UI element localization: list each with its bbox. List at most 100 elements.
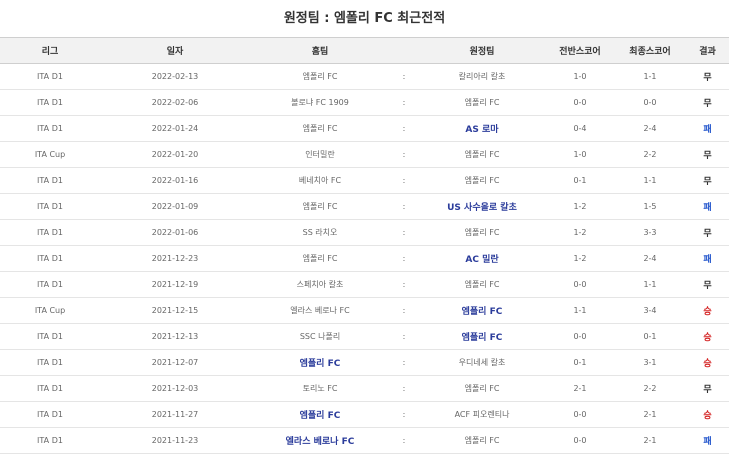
row-home-team[interactable]: 엠폴리 FC bbox=[250, 349, 390, 376]
row-final-score: 1-1 bbox=[614, 63, 686, 90]
row-home-team[interactable]: 볼로냐 FC 1909 bbox=[250, 89, 390, 116]
row-final-score: 0-1 bbox=[614, 323, 686, 350]
row-away-team[interactable]: AS 로마 bbox=[418, 115, 546, 142]
row-away-team[interactable]: 엠폴리 FC bbox=[418, 89, 546, 116]
row-date: 2022-02-13 bbox=[100, 63, 250, 90]
row-home-team[interactable]: 엠폴리 FC bbox=[250, 63, 390, 90]
row-separator: : bbox=[390, 271, 418, 298]
row-league: ITA D1 bbox=[0, 219, 100, 246]
table-row: ITA D1 2021-11-27 엠폴리 FC: ACF 피오렌티나 0-0 2-1 승 bbox=[0, 401, 729, 428]
row-separator: : bbox=[390, 115, 418, 142]
row-result: 승 bbox=[686, 349, 729, 376]
row-half-score: 0-4 bbox=[546, 115, 614, 142]
row-date: 2021-12-15 bbox=[100, 297, 250, 324]
table-row: ITA D1 2022-01-16 베네치아 FC: 엠폴리 FC 0-1 1-1 무 bbox=[0, 167, 729, 194]
row-home-team[interactable]: 베네치아 FC bbox=[250, 167, 390, 194]
row-away-team[interactable]: 엠폴리 FC bbox=[418, 427, 546, 454]
row-date: 2021-12-19 bbox=[100, 271, 250, 298]
row-home-team[interactable]: 엘라스 베로나 FC bbox=[250, 427, 390, 454]
row-away-team[interactable]: US 사수올로 칼초 bbox=[418, 193, 546, 220]
recent-results-table: 리그 일자 홈팀 원정팀 전반스코어 최종스코어 결과 ITA D1 2022-0… bbox=[0, 37, 729, 454]
table-row: ITA D1 2021-12-13 SSC 나폴리: 엠폴리 FC 0-0 0-1 승 bbox=[0, 323, 729, 350]
row-result: 무 bbox=[686, 63, 729, 90]
row-result: 무 bbox=[686, 271, 729, 298]
row-league: ITA D1 bbox=[0, 349, 100, 376]
table-row: ITA D1 2021-12-23 엠폴리 FC: AC 밀란 1-2 2-4 패 bbox=[0, 245, 729, 272]
header-away: 원정팀 bbox=[418, 37, 546, 64]
row-result: 무 bbox=[686, 141, 729, 168]
row-home-team[interactable]: SS 라치오 bbox=[250, 219, 390, 246]
row-final-score: 2-1 bbox=[614, 401, 686, 428]
row-final-score: 1-1 bbox=[614, 271, 686, 298]
row-home-team[interactable]: 엠폴리 FC bbox=[250, 401, 390, 428]
row-separator: : bbox=[390, 245, 418, 272]
row-away-team[interactable]: AC 밀란 bbox=[418, 245, 546, 272]
row-away-team[interactable]: 칼리아리 칼초 bbox=[418, 63, 546, 90]
row-league: ITA D1 bbox=[0, 193, 100, 220]
row-date: 2021-12-13 bbox=[100, 323, 250, 350]
row-away-team[interactable]: 엠폴리 FC bbox=[418, 297, 546, 324]
row-away-team[interactable]: 엠폴리 FC bbox=[418, 219, 546, 246]
table-row: ITA D1 2022-02-13 엠폴리 FC: 칼리아리 칼초 1-0 1-1 무 bbox=[0, 63, 729, 90]
row-result: 패 bbox=[686, 115, 729, 142]
row-separator: : bbox=[390, 401, 418, 428]
row-final-score: 0-0 bbox=[614, 89, 686, 116]
row-home-team[interactable]: 스페치아 칼초 bbox=[250, 271, 390, 298]
row-league: ITA D1 bbox=[0, 375, 100, 402]
row-home-team[interactable]: SSC 나폴리 bbox=[250, 323, 390, 350]
row-final-score: 3-4 bbox=[614, 297, 686, 324]
row-date: 2021-11-27 bbox=[100, 401, 250, 428]
row-half-score: 0-0 bbox=[546, 271, 614, 298]
row-league: ITA Cup bbox=[0, 297, 100, 324]
row-result: 승 bbox=[686, 297, 729, 324]
table-row: ITA D1 2021-11-23 엘라스 베로나 FC: 엠폴리 FC 0-0 2-1 패 bbox=[0, 427, 729, 454]
table-row: ITA D1 2022-01-06 SS 라치오: 엠폴리 FC 1-2 3-3 무 bbox=[0, 219, 729, 246]
row-home-team[interactable]: 엘라스 베로나 FC bbox=[250, 297, 390, 324]
row-half-score: 1-2 bbox=[546, 245, 614, 272]
table-row: ITA D1 2022-02-06 볼로냐 FC 1909: 엠폴리 FC 0-0 0-0… bbox=[0, 89, 729, 116]
row-half-score: 1-2 bbox=[546, 219, 614, 246]
row-away-team[interactable]: 엠폴리 FC bbox=[418, 271, 546, 298]
row-home-team[interactable]: 엠폴리 FC bbox=[250, 193, 390, 220]
row-league: ITA D1 bbox=[0, 323, 100, 350]
row-away-team[interactable]: 엠폴리 FC bbox=[418, 167, 546, 194]
row-home-team[interactable]: 엠폴리 FC bbox=[250, 245, 390, 272]
row-separator: : bbox=[390, 323, 418, 350]
row-half-score: 0-0 bbox=[546, 89, 614, 116]
row-result: 승 bbox=[686, 401, 729, 428]
row-separator: : bbox=[390, 219, 418, 246]
row-date: 2021-12-03 bbox=[100, 375, 250, 402]
row-home-team[interactable]: 토리노 FC bbox=[250, 375, 390, 402]
row-league: ITA D1 bbox=[0, 427, 100, 454]
row-away-team[interactable]: 우디네세 칼초 bbox=[418, 349, 546, 376]
row-league: ITA D1 bbox=[0, 63, 100, 90]
table-row: ITA D1 2021-12-03 토리노 FC: 엠폴리 FC 2-1 2-2 무 bbox=[0, 375, 729, 402]
header-result: 결과 bbox=[686, 37, 729, 64]
row-date: 2021-11-23 bbox=[100, 427, 250, 454]
row-separator: : bbox=[390, 375, 418, 402]
row-league: ITA D1 bbox=[0, 271, 100, 298]
row-home-team[interactable]: 엠폴리 FC bbox=[250, 115, 390, 142]
row-separator: : bbox=[390, 297, 418, 324]
row-separator: : bbox=[390, 349, 418, 376]
row-away-team[interactable]: 엠폴리 FC bbox=[418, 141, 546, 168]
row-final-score: 2-2 bbox=[614, 375, 686, 402]
table-row: ITA D1 2022-01-09 엠폴리 FC: US 사수올로 칼초 1-2 1-5 패 bbox=[0, 193, 729, 220]
row-date: 2021-12-07 bbox=[100, 349, 250, 376]
table-header-row: 리그 일자 홈팀 원정팀 전반스코어 최종스코어 결과 bbox=[0, 37, 729, 64]
row-final-score: 2-4 bbox=[614, 115, 686, 142]
row-away-team[interactable]: ACF 피오렌티나 bbox=[418, 401, 546, 428]
row-final-score: 3-3 bbox=[614, 219, 686, 246]
header-separator bbox=[390, 37, 418, 64]
row-home-team[interactable]: 인터밀란 bbox=[250, 141, 390, 168]
row-final-score: 2-2 bbox=[614, 141, 686, 168]
page-title: 원정팀 : 엠폴리 FC 최근전적 bbox=[283, 11, 446, 26]
row-away-team[interactable]: 엠폴리 FC bbox=[418, 323, 546, 350]
row-separator: : bbox=[390, 193, 418, 220]
row-separator: : bbox=[390, 63, 418, 90]
row-league: ITA D1 bbox=[0, 167, 100, 194]
row-away-team[interactable]: 엠폴리 FC bbox=[418, 375, 546, 402]
row-half-score: 0-0 bbox=[546, 427, 614, 454]
table-row: ITA D1 2022-01-24 엠폴리 FC: AS 로마 0-4 2-4 패 bbox=[0, 115, 729, 142]
row-half-score: 0-1 bbox=[546, 349, 614, 376]
